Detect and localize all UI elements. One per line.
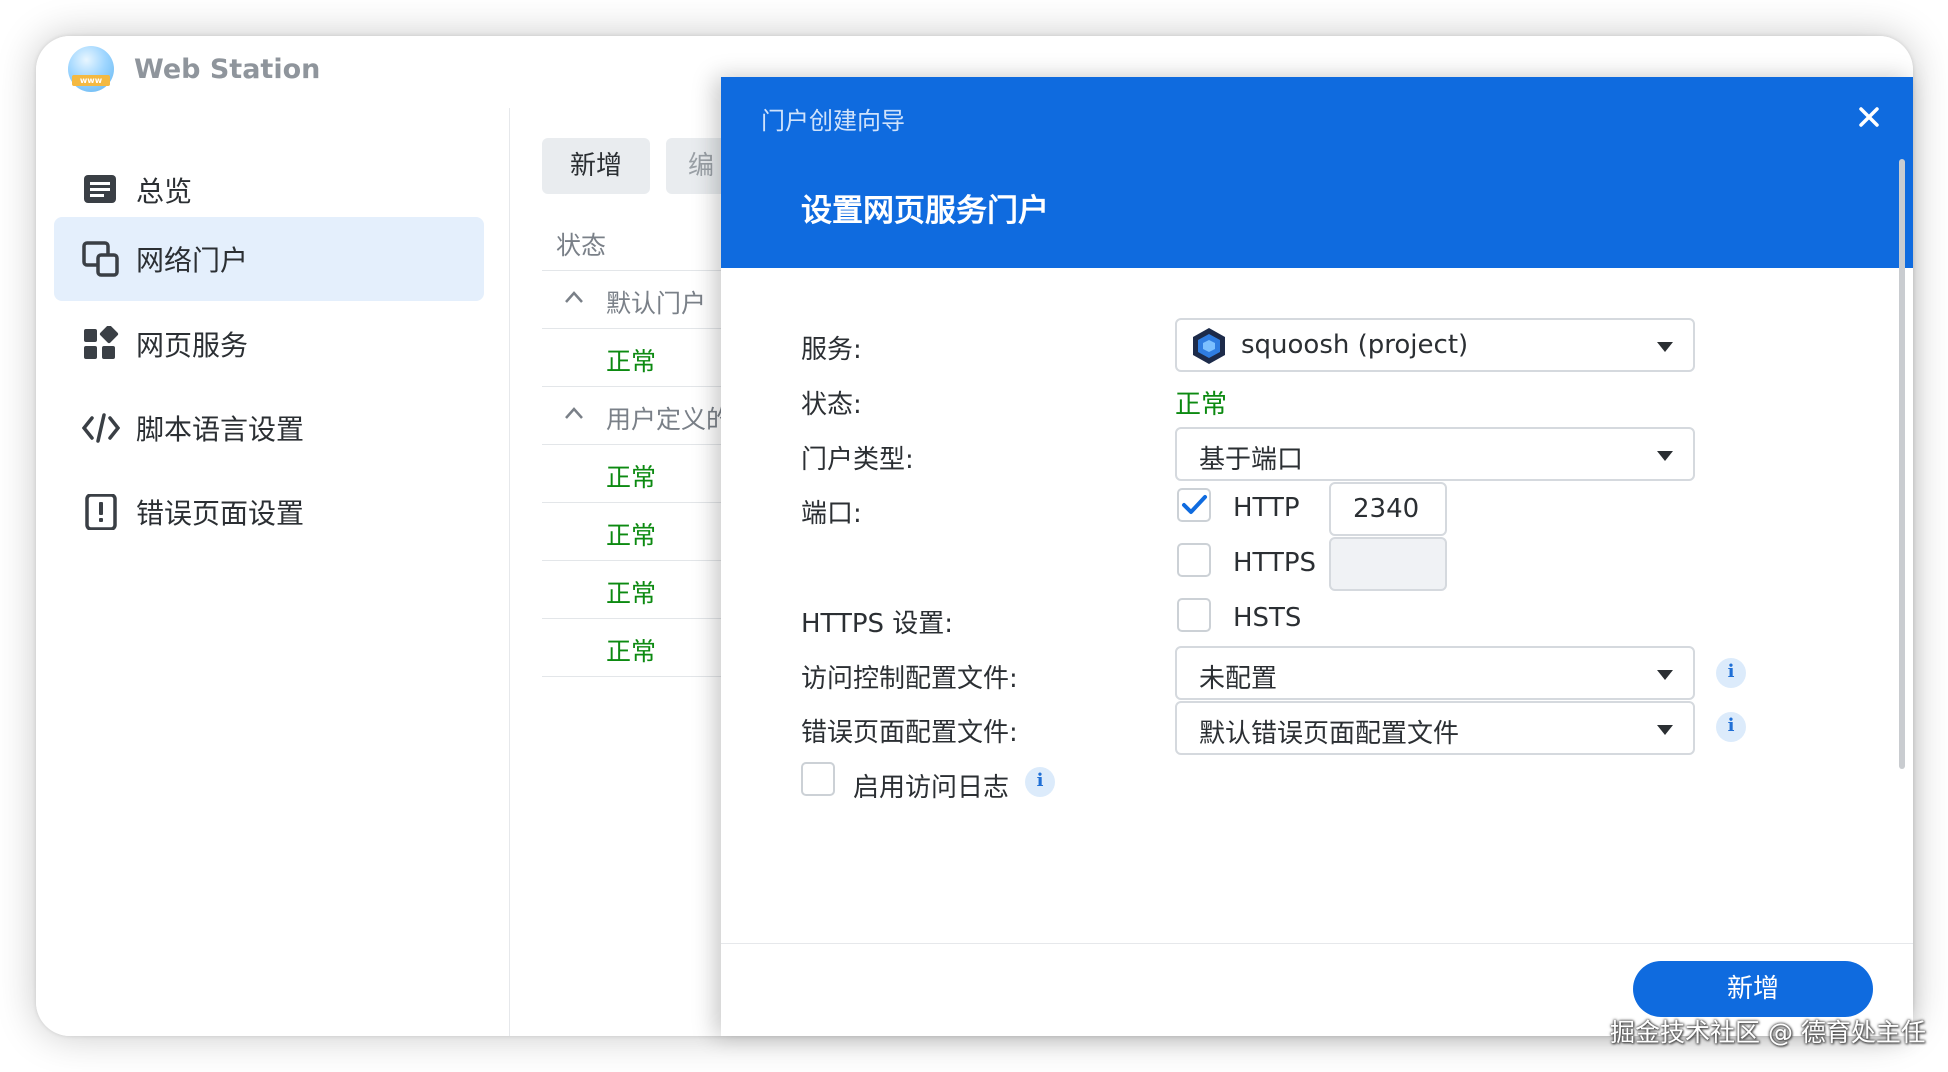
access-log-label: 启用访问日志	[853, 773, 1010, 803]
wizard-title: 门户创建向导	[761, 107, 905, 135]
http-port-input[interactable]: 2340	[1329, 482, 1447, 536]
https-label: HTTPS	[1233, 548, 1317, 578]
http-label: HTTP	[1233, 493, 1300, 523]
sidebar-item-script-language[interactable]: 脚本语言设置	[54, 386, 484, 470]
sidebar-item-portal[interactable]: 网络门户	[54, 217, 484, 301]
sidebar-item-label: 错误页面设置	[136, 497, 305, 530]
status-cell: 正常	[606, 521, 657, 550]
group-label: 默认门户	[606, 289, 707, 318]
status-value: 正常	[1175, 390, 1228, 420]
access-profile-label: 访问控制配置文件:	[801, 664, 1018, 694]
portal-type-select[interactable]: 基于端口	[1175, 427, 1695, 481]
status-cell: 正常	[606, 579, 657, 608]
error-profile-value: 默认错误页面配置文件	[1199, 719, 1460, 749]
info-icon[interactable]: i	[1716, 658, 1746, 688]
grid-icon	[84, 326, 119, 359]
sidebar-item-web-service[interactable]: 网页服务	[54, 302, 484, 386]
access-profile-value: 未配置	[1199, 664, 1278, 694]
sidebar-item-error-page[interactable]: 错误页面设置	[54, 470, 484, 554]
status-cell: 正常	[606, 637, 657, 666]
service-value: squoosh (project)	[1241, 330, 1469, 360]
portal-type-value: 基于端口	[1199, 445, 1304, 475]
https-settings-label: HTTPS 设置:	[801, 609, 954, 639]
service-select[interactable]: squoosh (project)	[1175, 318, 1695, 372]
container-project-icon	[1193, 328, 1225, 364]
table-row[interactable]: 正常	[542, 618, 742, 677]
code-icon	[82, 413, 120, 443]
status-label: 状态:	[801, 390, 862, 420]
status-column-header: 状态	[556, 231, 607, 260]
http-checkbox[interactable]	[1177, 488, 1211, 522]
error-profile-select[interactable]: 默认错误页面配置文件	[1175, 701, 1695, 755]
overview-icon	[84, 175, 116, 203]
sidebar-item-label: 脚本语言设置	[136, 413, 305, 446]
app-title: Web Station	[134, 54, 321, 85]
access-profile-select[interactable]: 未配置	[1175, 646, 1695, 700]
table-row[interactable]: 正常	[542, 444, 742, 503]
table-group-default[interactable]: 默认门户	[542, 270, 742, 329]
chevron-up-icon[interactable]	[564, 290, 584, 304]
web-station-logo: www	[68, 46, 114, 92]
submit-add-button[interactable]: 新增	[1633, 961, 1873, 1017]
chevron-up-icon[interactable]	[564, 406, 584, 420]
dialog-title: 设置网页服务门户	[801, 193, 1049, 229]
scrollbar[interactable]	[1899, 159, 1905, 769]
access-log-checkbox[interactable]	[801, 762, 835, 796]
dialog-header: 门户创建向导 设置网页服务门户	[721, 77, 1913, 268]
hsts-checkbox[interactable]	[1177, 598, 1211, 632]
service-label: 服务:	[801, 335, 862, 365]
close-icon[interactable]	[1851, 99, 1887, 135]
portal-icon	[82, 241, 119, 277]
hsts-label: HSTS	[1233, 603, 1302, 633]
error-profile-label: 错误页面配置文件:	[801, 718, 1018, 748]
port-label: 端口:	[801, 499, 862, 529]
https-port-input[interactable]	[1329, 537, 1447, 591]
sidebar-item-label: 网页服务	[136, 329, 249, 362]
footer-divider	[721, 943, 1913, 944]
checkmark-icon	[1182, 495, 1207, 514]
chevron-down-icon	[1657, 342, 1673, 352]
sidebar-item-label: 总览	[136, 175, 193, 208]
error-page-icon	[85, 494, 117, 530]
portal-type-label: 门户类型:	[801, 445, 914, 475]
table-row[interactable]: 正常	[542, 328, 742, 387]
chevron-down-icon	[1657, 451, 1673, 461]
status-cell: 正常	[606, 347, 657, 376]
table-header: 状态	[542, 212, 742, 271]
table-row[interactable]: 正常	[542, 502, 742, 561]
chevron-down-icon	[1657, 670, 1673, 680]
sidebar-item-label: 网络门户	[136, 244, 249, 277]
group-label: 用户定义的	[606, 405, 732, 434]
sidebar: 总览 网络门户 网页服务 脚本语言设置 错误页面设置	[36, 108, 510, 1036]
status-cell: 正常	[606, 463, 657, 492]
info-icon[interactable]: i	[1025, 767, 1055, 797]
portal-wizard-dialog: 门户创建向导 设置网页服务门户 服务: squoosh (project) 状态…	[721, 77, 1913, 1036]
add-button[interactable]: 新增	[542, 138, 650, 194]
table-row[interactable]: 正常	[542, 560, 742, 619]
chevron-down-icon	[1657, 725, 1673, 735]
watermark: 掘金技术社区 @ 德育处主任	[1610, 1018, 1926, 1047]
table-group-user-defined[interactable]: 用户定义的	[542, 386, 742, 445]
https-checkbox[interactable]	[1177, 543, 1211, 577]
info-icon[interactable]: i	[1716, 712, 1746, 742]
